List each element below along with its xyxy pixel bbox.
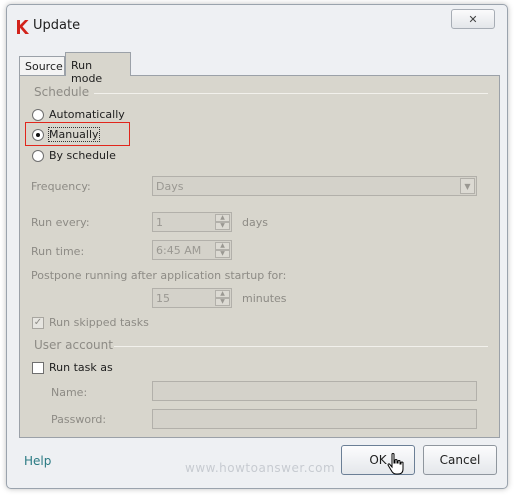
run-time-label: Run time:	[31, 245, 85, 258]
user-account-section-label: User account	[34, 338, 113, 352]
frequency-dropdown[interactable]: Days ▼	[152, 176, 477, 196]
spin-down-icon[interactable]: ▼	[215, 250, 230, 258]
radio-manually-indicator[interactable]	[32, 128, 44, 141]
run-task-as-checkbox[interactable]	[32, 361, 44, 374]
run-time-stepper[interactable]: 6:45 AM ▲ ▼	[152, 240, 232, 260]
run-every-spin-buttons[interactable]: ▲ ▼	[215, 214, 230, 230]
postpone-label: Postpone running after application start…	[31, 269, 287, 282]
spin-up-icon[interactable]: ▲	[215, 214, 230, 222]
kaspersky-logo-icon	[17, 20, 29, 34]
spin-down-icon[interactable]: ▼	[215, 222, 230, 230]
cancel-button[interactable]: Cancel	[423, 445, 497, 475]
hand-cursor-icon	[387, 453, 404, 475]
run-skipped-checkbox[interactable]: ✓	[32, 316, 44, 329]
run-skipped-checkbox-row[interactable]: ✓ Run skipped tasks	[32, 316, 149, 329]
name-label: Name:	[51, 386, 88, 399]
frequency-label: Frequency:	[31, 180, 91, 193]
tab-run-mode[interactable]: Run mode	[65, 52, 131, 85]
window-title: Update	[33, 18, 81, 33]
ok-button-label: OK	[369, 453, 387, 467]
run-task-as-label: Run task as	[49, 361, 113, 374]
postpone-unit: minutes	[242, 292, 287, 305]
radio-by-schedule-label: By schedule	[49, 149, 116, 162]
radio-automatically-label: Automatically	[49, 108, 125, 121]
title-bar: Update ✕	[7, 5, 507, 47]
radio-by-schedule-indicator[interactable]	[32, 149, 44, 162]
radio-manually-label: Manually	[48, 127, 100, 142]
frequency-value: Days	[156, 180, 184, 193]
radio-automatically[interactable]: Automatically	[32, 108, 125, 121]
schedule-divider	[94, 93, 488, 94]
run-mode-panel: Schedule Automatically Manually By sched…	[19, 75, 500, 438]
run-every-label: Run every:	[31, 216, 90, 229]
postpone-stepper[interactable]: 15 ▲ ▼	[152, 288, 232, 308]
run-every-unit: days	[242, 216, 268, 229]
cancel-button-label: Cancel	[439, 453, 481, 467]
run-task-as-checkbox-row[interactable]: Run task as	[32, 361, 113, 374]
close-icon: ✕	[468, 12, 478, 26]
radio-manually[interactable]: Manually	[32, 127, 100, 142]
postpone-spin-buttons[interactable]: ▲ ▼	[215, 290, 230, 306]
radio-by-schedule[interactable]: By schedule	[32, 149, 116, 162]
schedule-section-label: Schedule	[34, 85, 90, 99]
spin-up-icon[interactable]: ▲	[215, 290, 230, 298]
update-dialog: Update ✕ Source Run mode Schedule Automa…	[6, 4, 508, 489]
close-button[interactable]: ✕	[451, 9, 495, 29]
password-label: Password:	[51, 413, 107, 426]
run-time-spin-buttons[interactable]: ▲ ▼	[215, 242, 230, 258]
run-time-value: 6:45 AM	[156, 244, 202, 257]
help-link[interactable]: Help	[24, 454, 51, 468]
watermark: www.howtoanswer.com	[185, 461, 336, 475]
spin-down-icon[interactable]: ▼	[215, 298, 230, 306]
name-field[interactable]	[152, 381, 477, 401]
run-skipped-label: Run skipped tasks	[49, 316, 149, 329]
run-every-stepper[interactable]: 1 ▲ ▼	[152, 212, 232, 232]
user-account-divider	[114, 346, 488, 347]
spin-up-icon[interactable]: ▲	[215, 242, 230, 250]
postpone-value: 15	[156, 292, 170, 305]
run-every-value: 1	[156, 216, 163, 229]
chevron-down-icon[interactable]: ▼	[460, 178, 475, 194]
tab-source[interactable]: Source	[19, 56, 65, 76]
radio-automatically-indicator[interactable]	[32, 108, 44, 121]
password-field[interactable]	[152, 409, 477, 429]
